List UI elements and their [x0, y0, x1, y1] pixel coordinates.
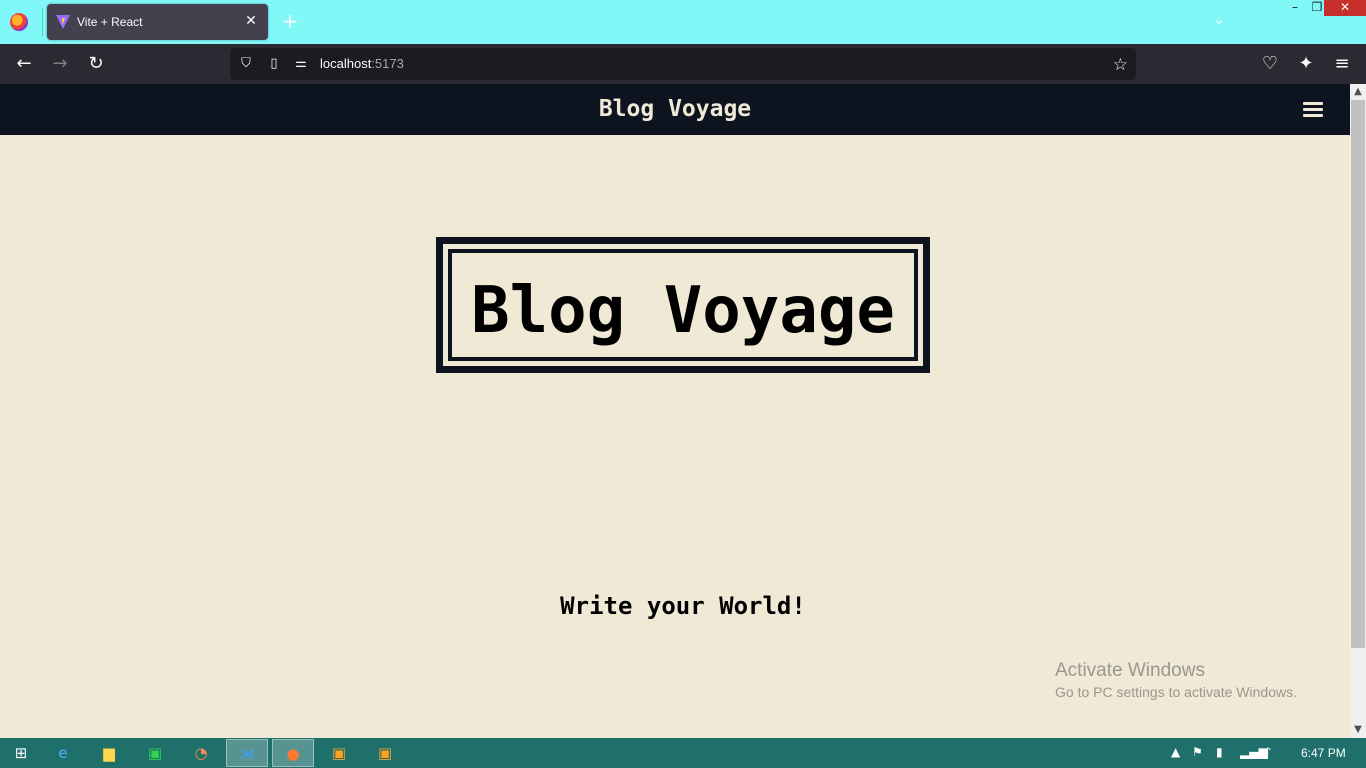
list-all-tabs-icon[interactable]: ⌄ [1209, 12, 1229, 32]
hamburger-menu-icon[interactable] [1303, 102, 1323, 118]
site-title[interactable]: Blog Voyage [0, 96, 1350, 122]
browser-tabstrip: Vite + React ✕ + ⌄ – ❐ ✕ [0, 0, 1366, 44]
file-explorer-icon[interactable]: ▆ [88, 739, 130, 767]
app-icon[interactable]: ◔ [180, 739, 222, 767]
divider [42, 8, 43, 36]
minimize-button[interactable]: – [1284, 0, 1306, 16]
pocket-icon[interactable]: ♡ [1258, 52, 1282, 76]
close-window-button[interactable]: ✕ [1324, 0, 1366, 16]
browser-toolbar: ← → ↻ ⛉ ▯ ⚌ localhost:5173 ☆ ♡ ✦ ≡ [0, 44, 1366, 84]
scroll-down-icon[interactable]: ▼ [1350, 722, 1366, 738]
app-icon-orange[interactable]: ▣ [318, 739, 360, 767]
back-icon[interactable]: ← [12, 52, 36, 76]
tab-vite-react[interactable]: Vite + React ✕ [47, 4, 268, 40]
scrollbar-thumb[interactable] [1351, 100, 1365, 648]
store-icon[interactable]: ▣ [134, 739, 176, 767]
watermark-title: Activate Windows [1055, 660, 1205, 681]
extensions-icon[interactable]: ✦ [1294, 52, 1318, 76]
menu-icon[interactable]: ≡ [1330, 52, 1354, 76]
taskbar: ⊞ e ▆ ▣ ◔ ⋊ ● ▣ ▣ ▲ ⚑ ▮ ▂▄▆ ♪ 6:47 PM [0, 738, 1366, 768]
hero-inner-frame: Blog Voyage [448, 249, 918, 361]
start-icon[interactable]: ⊞ [0, 739, 42, 767]
clock[interactable]: 6:47 PM [1301, 746, 1346, 760]
hero-title: Blog Voyage [471, 274, 895, 348]
tab-title: Vite + React [77, 15, 143, 29]
hero-frame: Blog Voyage [436, 237, 930, 373]
firefox-icon[interactable] [10, 13, 28, 31]
site-header: Blog Voyage [0, 84, 1350, 135]
close-tab-icon[interactable]: ✕ [242, 12, 260, 30]
firefox-taskbar-icon[interactable]: ● [272, 739, 314, 767]
watermark-subtitle: Go to PC settings to activate Windows. [1055, 684, 1297, 700]
permissions-icon[interactable]: ⚌ [293, 56, 309, 72]
scroll-up-icon[interactable]: ▲ [1350, 84, 1366, 100]
vscode-icon[interactable]: ⋊ [226, 739, 268, 767]
volume-icon[interactable]: ♪ [1264, 745, 1272, 759]
new-tab-button[interactable]: + [280, 11, 300, 31]
power-icon[interactable]: ▮ [1216, 745, 1223, 759]
page-icon[interactable]: ▯ [266, 56, 282, 72]
tray-expand-icon[interactable]: ▲ [1171, 745, 1180, 759]
url-text[interactable]: localhost:5173 [320, 56, 404, 71]
vite-icon [56, 15, 70, 29]
bookmark-star-icon[interactable]: ☆ [1113, 55, 1128, 75]
internet-explorer-icon[interactable]: e [42, 739, 84, 767]
tagline: Write your World! [560, 592, 806, 620]
app-icon-orange-2[interactable]: ▣ [364, 739, 406, 767]
forward-icon[interactable]: → [48, 52, 72, 76]
reload-icon[interactable]: ↻ [84, 52, 108, 76]
activation-watermark: Activate Windows Go to PC settings to ac… [1055, 660, 1297, 700]
shield-icon[interactable]: ⛉ [238, 56, 254, 72]
flag-icon[interactable]: ⚑ [1192, 745, 1203, 759]
url-bar[interactable]: ⛉ ▯ ⚌ localhost:5173 ☆ [230, 48, 1136, 80]
